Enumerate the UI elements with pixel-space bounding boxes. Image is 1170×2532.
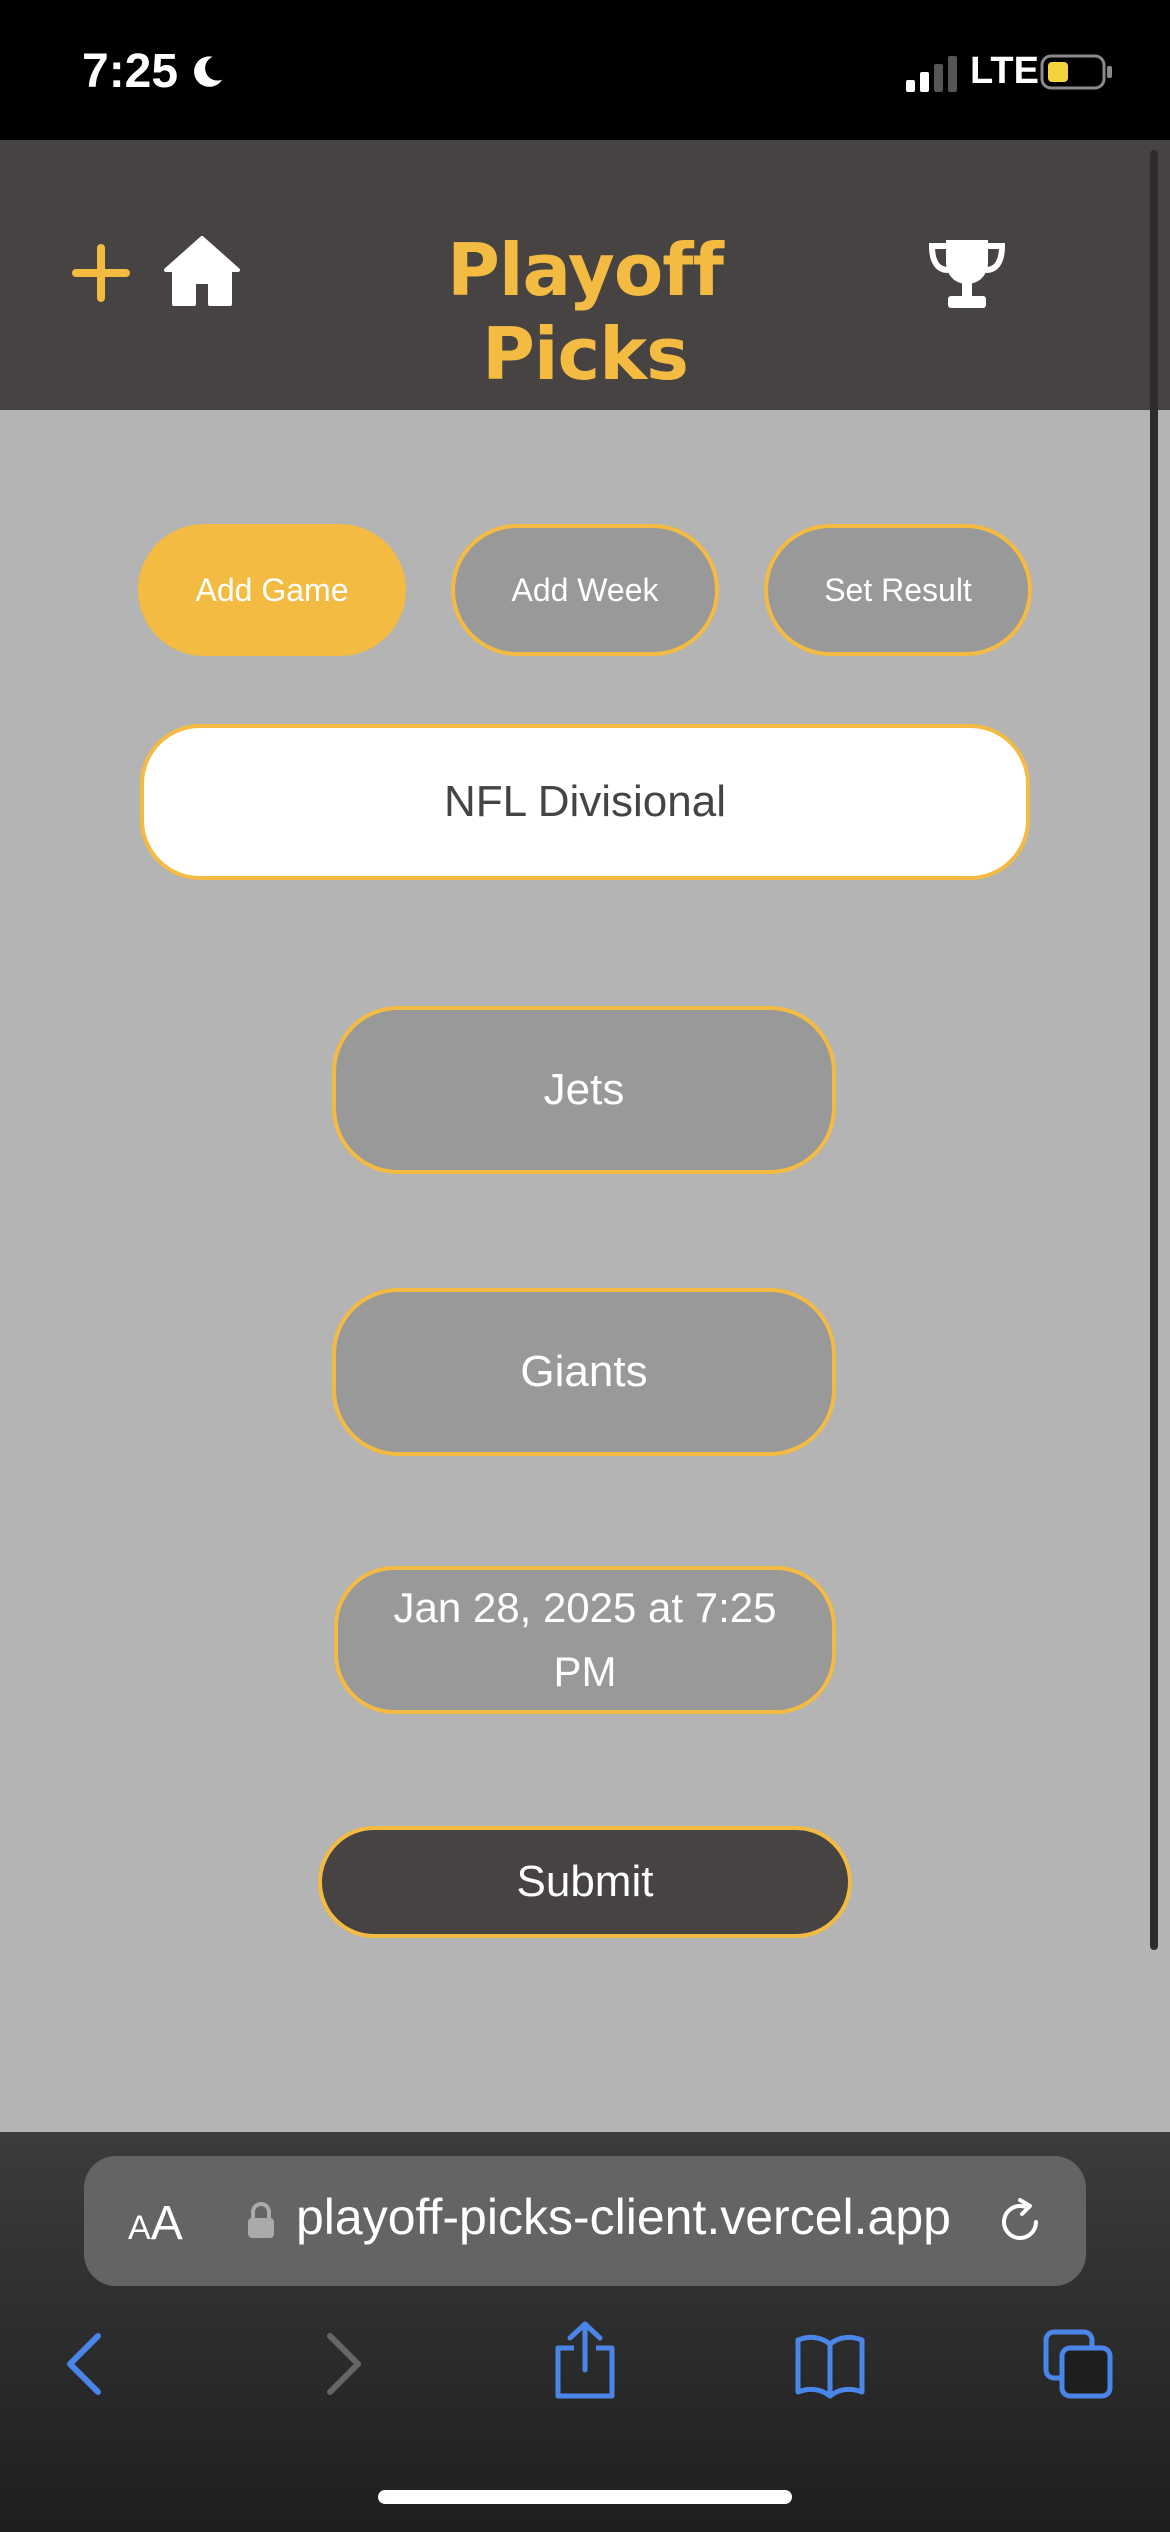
- status-time-group: 7:25: [82, 44, 226, 99]
- scrollbar[interactable]: [1150, 150, 1158, 1950]
- lock-icon: [248, 2202, 274, 2238]
- set-result-button[interactable]: Set Result: [764, 524, 1032, 656]
- text-size-button[interactable]: AA: [128, 2196, 183, 2251]
- submit-button[interactable]: Submit: [318, 1826, 852, 1938]
- app-title: Playoff Picks: [447, 228, 724, 396]
- reload-icon[interactable]: [994, 2196, 1046, 2248]
- trophy-icon[interactable]: [926, 236, 1008, 312]
- text-size-small-label: A: [128, 2209, 151, 2247]
- add-game-button[interactable]: Add Game: [138, 524, 406, 656]
- team2-select[interactable]: Giants: [332, 1288, 836, 1456]
- signal-icon: [906, 56, 957, 92]
- network-type: LTE: [970, 50, 1039, 92]
- text-size-large-label: A: [150, 2197, 183, 2250]
- moon-icon: [194, 55, 223, 87]
- add-week-button[interactable]: Add Week: [451, 524, 719, 656]
- forward-icon[interactable]: [304, 2328, 376, 2400]
- share-icon[interactable]: [548, 2320, 622, 2400]
- back-icon[interactable]: [52, 2328, 124, 2400]
- team1-select[interactable]: Jets: [332, 1006, 836, 1174]
- week-input[interactable]: NFL Divisional: [140, 724, 1030, 880]
- battery-icon: [1040, 54, 1112, 90]
- tabs-icon[interactable]: [1042, 2328, 1114, 2400]
- bookmarks-icon[interactable]: [794, 2328, 866, 2400]
- datetime-picker[interactable]: Jan 28, 2025 at 7:25 PM: [334, 1566, 836, 1714]
- home-icon[interactable]: [162, 234, 242, 308]
- home-indicator[interactable]: [378, 2490, 792, 2504]
- status-time: 7:25: [82, 45, 179, 98]
- status-bar: 7:25 LTE: [0, 0, 1170, 140]
- url-text[interactable]: playoff-picks-client.vercel.app: [296, 2188, 956, 2246]
- plus-icon[interactable]: [70, 242, 132, 304]
